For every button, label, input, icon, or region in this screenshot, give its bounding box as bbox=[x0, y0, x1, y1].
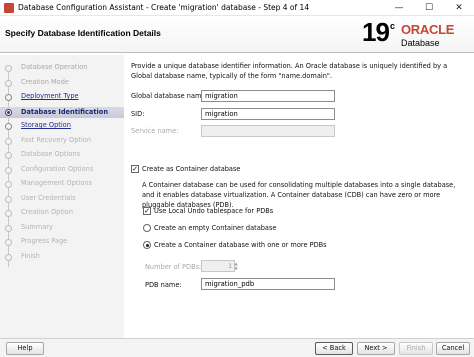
step-label: Database Options bbox=[21, 150, 80, 158]
help-button[interactable]: Help bbox=[6, 342, 44, 355]
step-item: Database Options bbox=[0, 150, 124, 160]
checkmark-icon: ✓ bbox=[132, 165, 138, 173]
step-indicator-icon bbox=[5, 152, 12, 159]
step-label: Deployment Type bbox=[21, 92, 79, 100]
version-suffix: c bbox=[390, 21, 396, 31]
finish-button[interactable]: Finish bbox=[399, 342, 433, 355]
local-undo-label: Use Local Undo tablespace for PDBs bbox=[154, 207, 274, 215]
cancel-button[interactable]: Cancel bbox=[436, 342, 470, 355]
step-label: Storage Option bbox=[21, 121, 71, 129]
step-indicator-icon bbox=[5, 253, 12, 261]
empty-container-label: Create an empty Container database bbox=[154, 224, 277, 232]
step-navigator: Database Operation Creation Mode Deploymen… bbox=[0, 55, 124, 338]
step-indicator-icon bbox=[5, 137, 12, 145]
intro-text: Provide a unique database identifier inf… bbox=[131, 62, 448, 80]
step-item: Creation Option bbox=[0, 208, 124, 218]
service-name-label: Service name: bbox=[131, 127, 179, 135]
container-db-checkbox[interactable]: ✓ bbox=[131, 165, 139, 173]
container-db-label: Create as Container database bbox=[142, 165, 241, 173]
step-item: Progress Page bbox=[0, 237, 124, 247]
main-panel: Provide a unique database identifier inf… bbox=[127, 55, 474, 338]
local-undo-checkbox[interactable]: ✓ bbox=[143, 207, 151, 215]
container-db-description: A Container database can be used for con… bbox=[142, 181, 456, 209]
step-label: Configuration Options bbox=[21, 164, 94, 173]
close-button[interactable]: ✕ bbox=[444, 0, 474, 16]
step-item[interactable]: Deployment Type bbox=[0, 92, 124, 102]
product-name: Database bbox=[401, 38, 440, 48]
step-label: Management Options bbox=[21, 179, 92, 187]
maximize-button[interactable]: ☐ bbox=[414, 0, 444, 16]
step-label: Database Identification bbox=[21, 107, 109, 116]
step-label: Finish bbox=[21, 251, 40, 260]
step-item: Management Options bbox=[0, 179, 124, 189]
pdb-name-label: PDB name: bbox=[145, 281, 182, 289]
step-indicator-icon bbox=[5, 239, 12, 246]
spinner-down-icon[interactable]: ▼ bbox=[233, 266, 239, 272]
step-indicator-icon bbox=[5, 65, 12, 72]
step-item: User Credentials bbox=[0, 194, 124, 204]
back-button[interactable]: < Back bbox=[315, 342, 353, 355]
pdb-name-input[interactable] bbox=[201, 278, 335, 290]
step-label: Creation Mode bbox=[21, 77, 69, 86]
app-icon bbox=[4, 3, 14, 13]
minimize-button[interactable]: — bbox=[384, 0, 414, 16]
window-titlebar: Database Configuration Assistant - Creat… bbox=[0, 0, 474, 16]
step-item: Database Operation bbox=[0, 63, 124, 73]
number-of-pdbs-label: Number of PDBs: bbox=[145, 263, 202, 271]
step-indicator-icon bbox=[5, 123, 12, 130]
step-label: Summary bbox=[21, 222, 53, 231]
step-indicator-icon bbox=[5, 224, 12, 232]
step-indicator-icon bbox=[5, 166, 12, 174]
step-label: Creation Option bbox=[21, 208, 73, 216]
step-label: User Credentials bbox=[21, 193, 76, 202]
number-of-pdbs-spinner[interactable]: 1 ▲ ▼ bbox=[201, 260, 238, 272]
with-pdbs-label: Create a Container database with one or … bbox=[154, 241, 327, 249]
step-indicator-icon bbox=[5, 108, 12, 116]
step-indicator-icon bbox=[5, 79, 12, 87]
window-title: Database Configuration Assistant - Creat… bbox=[18, 3, 310, 12]
empty-container-radio[interactable] bbox=[143, 224, 151, 232]
step-indicator-icon bbox=[5, 181, 12, 188]
step-label: Database Operation bbox=[21, 63, 88, 71]
number-of-pdbs-value: 1 bbox=[228, 262, 233, 270]
sid-label: SID: bbox=[131, 110, 145, 118]
step-label: Fast Recovery Option bbox=[21, 135, 92, 144]
oracle-logo: ORACLE bbox=[401, 22, 455, 37]
step-item: Fast Recovery Option bbox=[0, 136, 124, 146]
step-item: Creation Mode bbox=[0, 78, 124, 88]
step-indicator-icon bbox=[5, 195, 12, 203]
step-indicator-icon bbox=[5, 210, 12, 217]
step-item: Finish bbox=[0, 252, 124, 262]
page-title: Specify Database Identification Details bbox=[5, 28, 161, 38]
with-pdbs-radio[interactable] bbox=[143, 241, 151, 249]
global-db-name-label: Global database name: bbox=[131, 92, 208, 100]
step-item: Configuration Options bbox=[0, 165, 124, 175]
step-item[interactable]: Storage Option bbox=[0, 121, 124, 131]
version-number: 19 bbox=[362, 17, 390, 47]
step-item: Summary bbox=[0, 223, 124, 233]
page-header: Specify Database Identification Details … bbox=[0, 17, 474, 53]
step-label: Progress Page bbox=[21, 237, 68, 245]
checkmark-icon: ✓ bbox=[144, 207, 150, 215]
wizard-footer: Help < Back Next > Finish Cancel bbox=[0, 338, 474, 357]
global-db-name-input[interactable] bbox=[201, 90, 335, 102]
sid-input[interactable] bbox=[201, 108, 335, 120]
step-item[interactable]: Database Identification bbox=[0, 106, 124, 118]
service-name-input[interactable] bbox=[201, 125, 335, 137]
next-button[interactable]: Next > bbox=[357, 342, 395, 355]
step-indicator-icon bbox=[5, 94, 12, 101]
